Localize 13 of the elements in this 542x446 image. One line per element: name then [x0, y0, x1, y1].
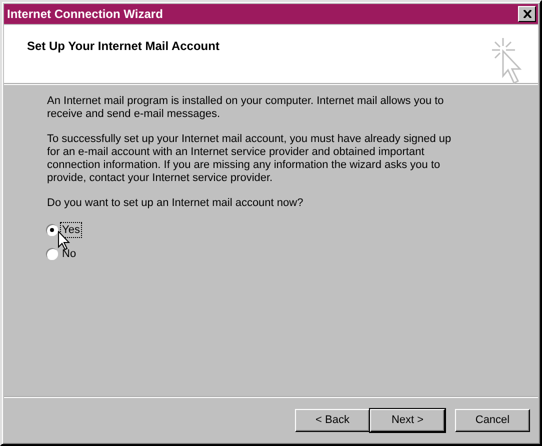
- radio-option[interactable]: No: [46, 246, 78, 262]
- wizard-button[interactable]: Next >: [370, 408, 445, 432]
- question-text: Do you want to set up an Internet mail account now?: [47, 197, 304, 210]
- close-button[interactable]: [518, 6, 536, 22]
- radio-button[interactable]: [46, 224, 58, 236]
- page-title: Set Up Your Internet Mail Account: [27, 39, 220, 54]
- close-icon: [522, 10, 532, 18]
- wizard-button[interactable]: Cancel: [455, 408, 530, 432]
- description-text: To successfully set up your Internet mail account, you must have already signed up for an e-mail account with an Internet service provider and obtained important connection information. If you are missing any information the wizard asks you to provide, contact your Internet service provider.: [47, 133, 452, 185]
- wizard-button[interactable]: < Back: [295, 408, 370, 432]
- description-text: An Internet mail program is installed on your computer. Internet mail allows you to receive and send e-mail messages.: [47, 95, 445, 121]
- window-title: Internet Connection Wizard: [7, 7, 163, 21]
- radio-button[interactable]: [46, 248, 58, 260]
